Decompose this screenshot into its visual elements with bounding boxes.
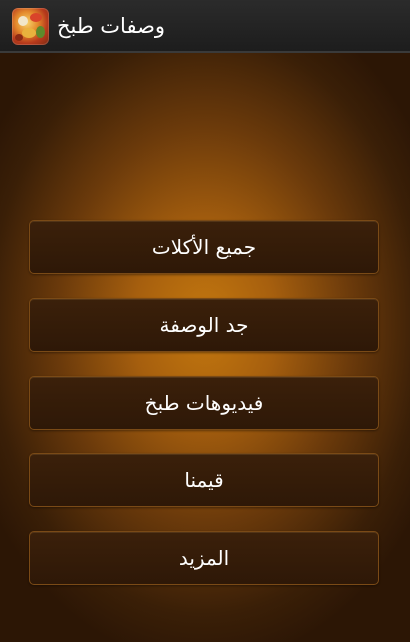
food-dish-icon[interactable] bbox=[12, 8, 49, 45]
more-button[interactable]: المزيد bbox=[29, 531, 379, 585]
rate-us-button[interactable]: قيمنا bbox=[29, 453, 379, 507]
main-menu: جميع الأكلات جد الوصفة فيديوهات طبخ قيمن… bbox=[0, 53, 410, 642]
cooking-videos-button[interactable]: فيديوهات طبخ bbox=[29, 376, 379, 430]
action-bar: وصفات طبخ bbox=[0, 0, 410, 53]
find-recipe-button[interactable]: جد الوصفة bbox=[29, 298, 379, 352]
app-title: وصفات طبخ bbox=[57, 14, 166, 38]
all-recipes-button[interactable]: جميع الأكلات bbox=[29, 220, 379, 274]
screen: وصفات طبخ جميع الأكلات جد الوصفة فيديوها… bbox=[0, 0, 410, 642]
